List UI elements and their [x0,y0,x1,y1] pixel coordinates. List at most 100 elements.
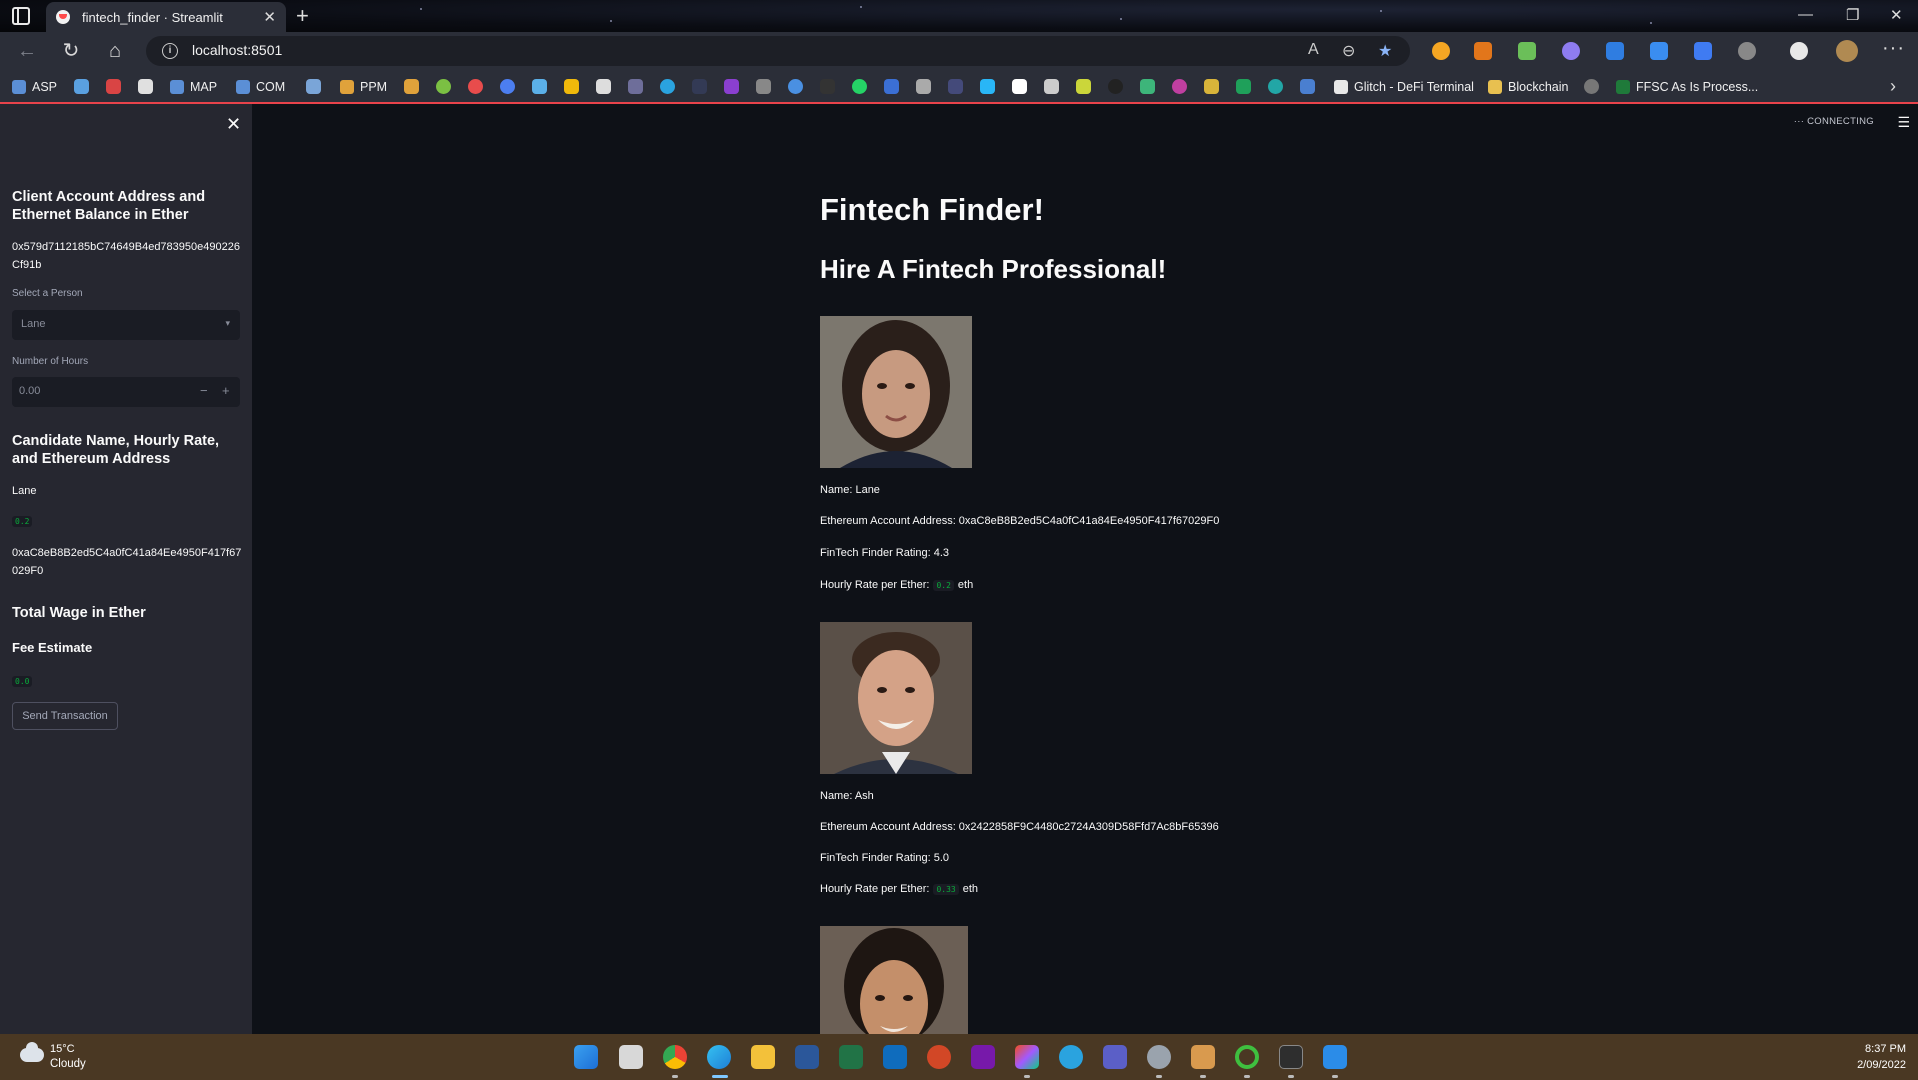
outlook-icon[interactable] [883,1045,907,1069]
new-tab-icon[interactable]: + [296,3,309,29]
bookmark-icon[interactable] [1076,79,1091,94]
bookmark-icon[interactable] [74,79,89,94]
bookmark-icon[interactable] [820,79,835,94]
bookmark-icon[interactable] [948,79,963,94]
bookmark-asp[interactable]: ASP [12,78,57,96]
bookmark-ppm[interactable]: PPM [340,78,387,96]
bookmark-folder-blockchain[interactable]: Blockchain [1488,78,1568,96]
gmail-icon[interactable] [106,79,121,94]
bookmarks-overflow-chevron-icon[interactable]: › [1890,76,1896,97]
bookmark-icon[interactable] [468,79,483,94]
bookmark-map[interactable]: MAP [170,78,217,96]
excel-icon[interactable] [839,1045,863,1069]
task-view-icon[interactable] [619,1045,643,1069]
bookmark-icon[interactable] [916,79,931,94]
main-menu-icon[interactable]: ☰ [1897,114,1910,131]
whatsapp-icon[interactable] [852,79,867,94]
bookmark-icon[interactable] [436,79,451,94]
weather-temperature[interactable]: 15°C [50,1043,75,1055]
bookmark-icon[interactable] [138,79,153,94]
edge-icon[interactable] [707,1045,731,1069]
bookmark-icon[interactable] [628,79,643,94]
back-icon[interactable]: ← [14,38,40,64]
settings-gear-icon[interactable] [1147,1045,1171,1069]
extension-icon[interactable] [1606,42,1624,60]
profile-avatar[interactable] [1836,40,1858,62]
candidate-heading: Candidate Name, Hourly Rate, and Ethereu… [12,433,220,467]
sidebar-close-icon[interactable]: ✕ [226,114,241,135]
app-icon[interactable] [1235,1045,1259,1069]
vscode-icon[interactable] [1323,1045,1347,1069]
hours-number-input[interactable]: 0.00 − + [12,377,240,407]
bookmark-icon[interactable] [1108,79,1123,94]
select-person-dropdown[interactable]: Lane ▾ [12,310,240,340]
clock-date[interactable]: 2/09/2022 [1857,1059,1906,1071]
increment-icon[interactable]: + [222,383,230,398]
bookmark-icon[interactable] [788,79,803,94]
teams-icon[interactable] [1103,1045,1127,1069]
bookmark-icon[interactable] [756,79,771,94]
minimize-icon[interactable]: — [1798,6,1813,23]
site-info-icon[interactable]: i [162,43,178,59]
reload-icon[interactable]: ↻ [58,38,84,64]
app-icon[interactable] [1191,1045,1215,1069]
bookmark-icon[interactable] [532,79,547,94]
bookmark-icon[interactable] [596,79,611,94]
onenote-icon[interactable] [971,1045,995,1069]
bookmark-icon[interactable] [1044,79,1059,94]
home-icon[interactable]: ⌂ [102,38,128,64]
decrement-icon[interactable]: − [200,383,208,398]
telegram-icon[interactable] [660,79,675,94]
zoom-icon[interactable]: ⊖ [1342,41,1355,61]
bookmark-icon[interactable] [1204,79,1219,94]
extension-icon[interactable] [1518,42,1536,60]
clock-time[interactable]: 8:37 PM [1865,1043,1906,1055]
bookmark-icon[interactable] [692,79,707,94]
bookmark-icon[interactable] [1584,79,1599,94]
send-transaction-button[interactable]: Send Transaction [12,702,118,730]
extension-icon[interactable] [1562,42,1580,60]
metamask-icon[interactable] [1474,42,1492,60]
start-icon[interactable] [574,1045,598,1069]
page-subtitle: Hire A Fintech Professional! [820,254,1167,284]
bookmark-icon[interactable] [306,79,321,94]
bookmark-com[interactable]: COM [236,78,285,96]
extension-icon[interactable] [1432,42,1450,60]
bookmark-icon[interactable] [724,79,739,94]
bookmark-ffsc[interactable]: FFSC As Is Process... [1616,78,1758,96]
extension-icon[interactable] [1694,42,1712,60]
bookmark-glitch[interactable]: Glitch - DeFi Terminal [1334,78,1474,96]
favorite-star-icon[interactable]: ★ [1378,41,1392,61]
word-icon[interactable] [795,1045,819,1069]
bookmark-icon[interactable] [1300,79,1315,94]
cloud-icon[interactable] [20,1042,44,1062]
terminal-icon[interactable] [1279,1045,1303,1069]
read-aloud-icon[interactable]: A [1308,41,1319,59]
bookmark-icon[interactable] [980,79,995,94]
bookmark-icon[interactable] [1172,79,1187,94]
browser-essentials-icon[interactable] [1790,42,1808,60]
bookmark-icon[interactable] [884,79,899,94]
tab-close-icon[interactable]: ✕ [263,8,276,26]
powerpoint-icon[interactable] [927,1045,951,1069]
bookmark-icon[interactable] [500,79,515,94]
bookmark-icon[interactable] [1140,79,1155,94]
bookmark-icon[interactable] [1236,79,1251,94]
window-close-icon[interactable]: ✕ [1890,6,1903,24]
bookmark-icon[interactable] [404,79,419,94]
app-icon[interactable] [1015,1045,1039,1069]
extension-icon[interactable] [1650,42,1668,60]
bookmark-icon[interactable] [1268,79,1283,94]
telegram-icon[interactable] [1059,1045,1083,1069]
bookmark-icon[interactable] [1012,79,1027,94]
tab-actions-icon[interactable] [12,7,30,25]
browser-menu-icon[interactable]: ··· [1882,37,1905,60]
weather-condition[interactable]: Cloudy [50,1058,86,1070]
file-explorer-icon[interactable] [751,1045,775,1069]
binance-icon[interactable] [564,79,579,94]
extensions-puzzle-icon[interactable] [1738,42,1756,60]
address-bar[interactable]: i localhost:8501 A ⊖ ★ [146,36,1410,66]
restore-icon[interactable]: ❐ [1846,6,1859,24]
chrome-icon[interactable] [663,1045,687,1069]
browser-tab-active[interactable]: fintech_finder · Streamlit ✕ [46,2,286,32]
